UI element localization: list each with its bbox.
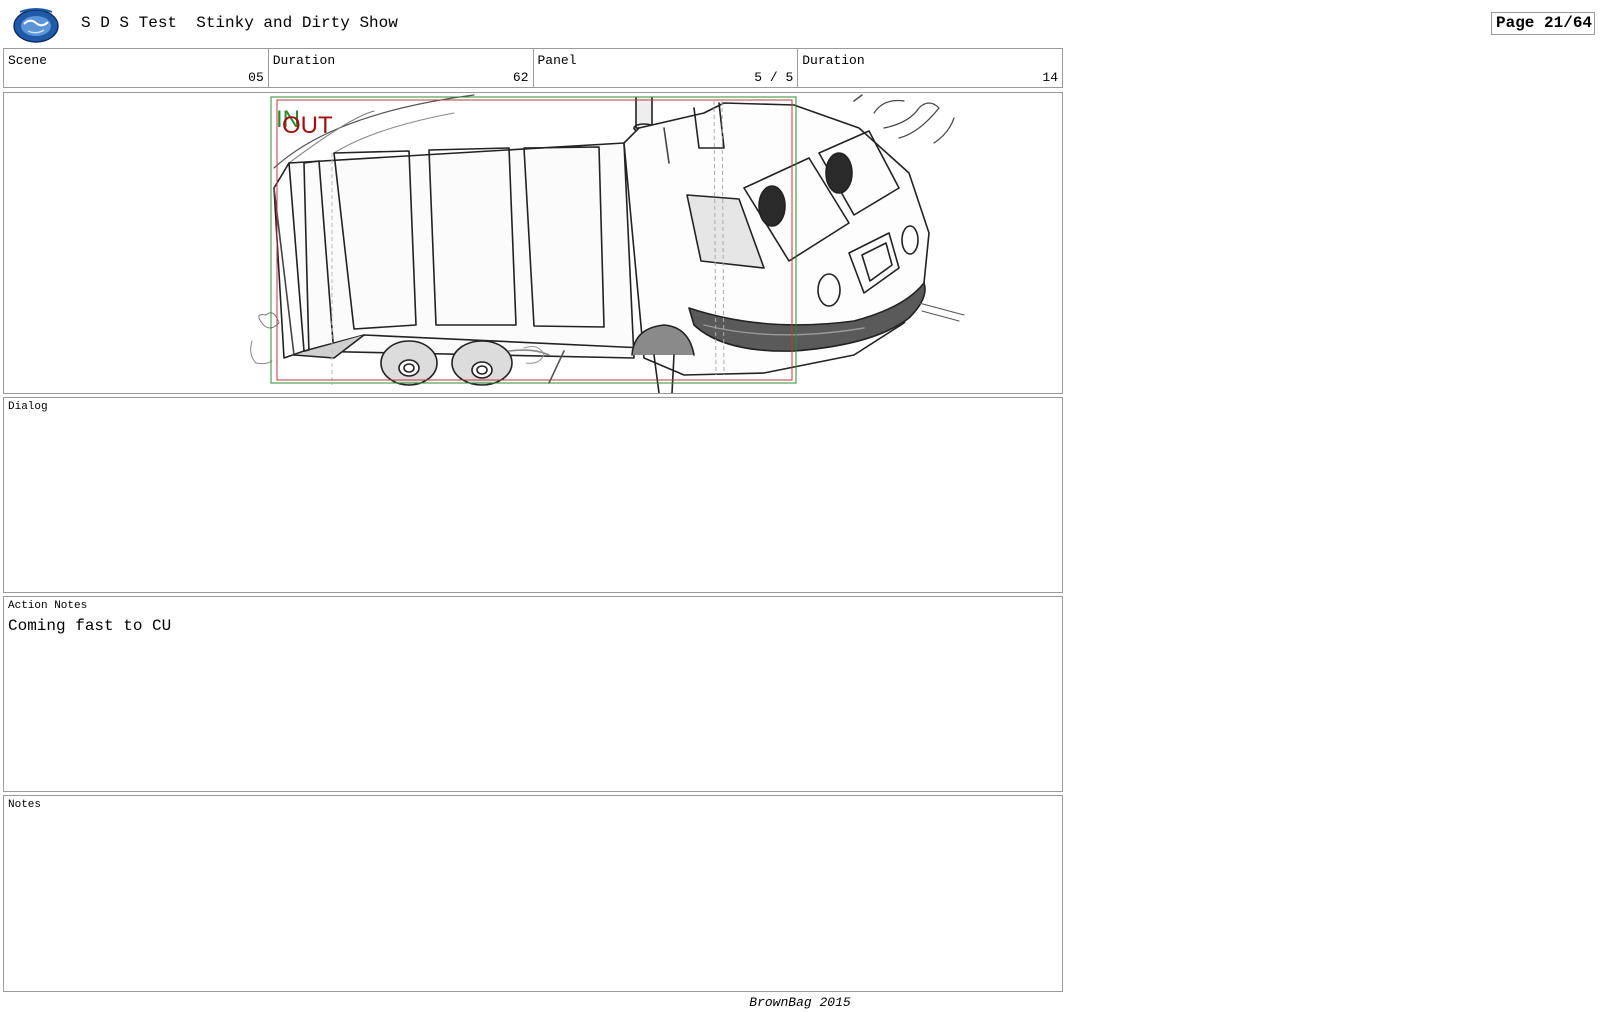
page-number: Page 21/64 [1491,12,1595,35]
footer-credit: BrownBag 2015 [749,995,851,1010]
panel-duration-cell: Duration 14 [798,49,1062,87]
notes-section: Notes [3,795,1063,992]
camera-out-label: OUT [282,112,333,139]
page-header: S D S Test Stinky and Dirty Show Page 21… [0,0,1600,46]
scene-value: 05 [248,70,264,85]
scene-duration-label: Duration [272,53,336,68]
scene-label: Scene [8,53,48,68]
scene-duration-value: 62 [512,70,529,85]
project-title: S D S Test Stinky and Dirty Show [81,14,398,32]
panel-duration-label: Duration [802,53,865,68]
panel-value: 5 / 5 [754,70,794,85]
panel-label: Panel [537,53,577,68]
panel-cell: Panel 5 / 5 [534,49,799,87]
dialog-section: Dialog [3,397,1063,593]
action-notes-section: Action Notes Coming fast to CU [3,596,1063,792]
scene-cell: Scene 05 [4,49,269,87]
garbage-truck-sketch: IN OUT [250,94,965,393]
scene-info-row: Scene 05 Duration 62 Panel 5 / 5 Duratio… [3,48,1063,88]
scene-duration-cell: Duration 62 [269,49,534,87]
studio-logo [13,8,59,43]
notes-label: Notes [8,799,42,811]
storyboard-frame: IN OUT [3,92,1063,394]
dialog-label: Dialog [8,401,48,413]
action-notes-text: Coming fast to CU [8,617,172,635]
panel-duration-value: 14 [1042,70,1058,85]
action-notes-label: Action Notes [8,600,88,612]
